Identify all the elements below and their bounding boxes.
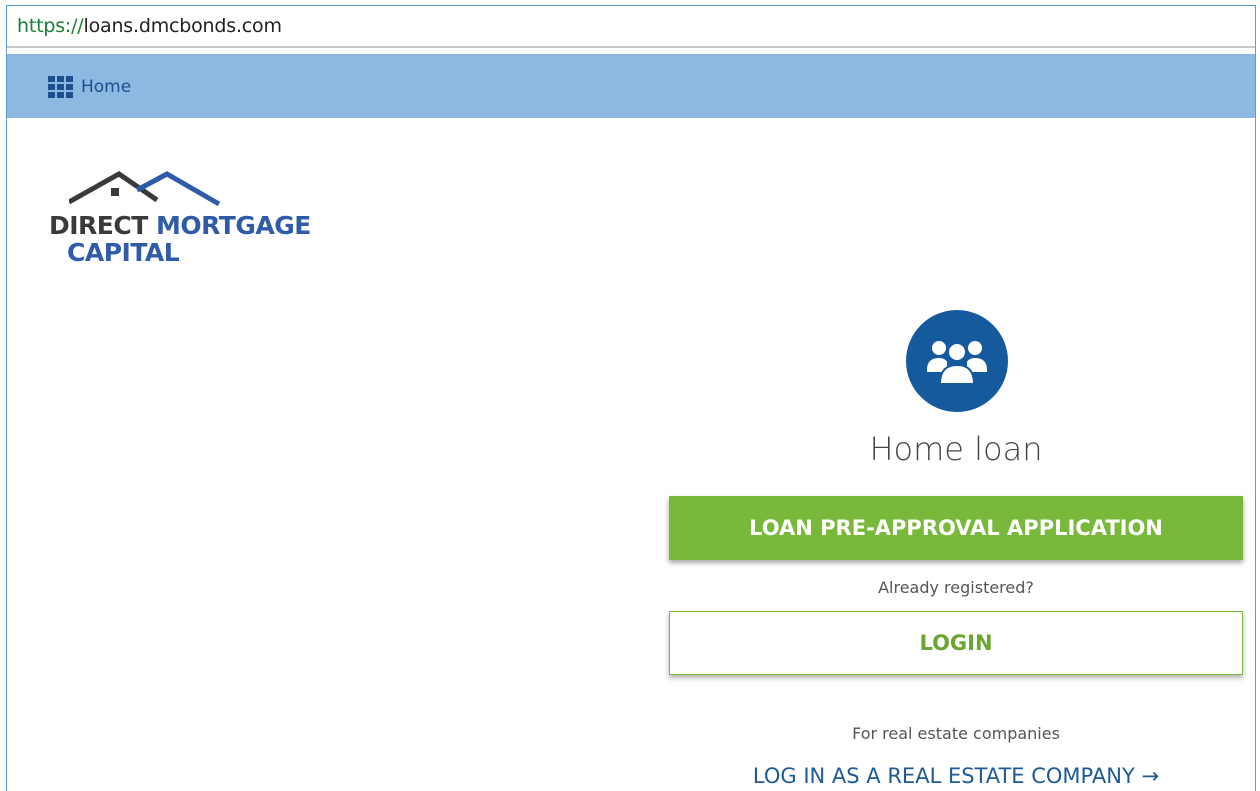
nav-home-link[interactable]: Home [48, 76, 131, 98]
panel-title: Home loan [869, 430, 1043, 468]
url-host: loans.dmcbonds.com [83, 15, 282, 37]
login-button[interactable]: LOGIN [669, 611, 1243, 675]
url-text[interactable]: https://loans.dmcbonds.com [17, 15, 282, 37]
logo-word-direct: DIRECT [49, 211, 148, 240]
loan-pre-approval-button[interactable]: LOAN PRE-APPROVAL APPLICATION [669, 496, 1243, 560]
house-roof-icon [69, 171, 221, 207]
logo-word-mortgage: MORTGAGE [156, 211, 311, 240]
top-navbar: Home [7, 54, 1255, 118]
nav-home-label: Home [81, 77, 132, 97]
logo-text-line1: DIRECT MORTGAGE [49, 211, 311, 240]
users-group-badge [906, 310, 1008, 412]
already-registered-text: Already registered? [878, 578, 1034, 597]
real-estate-caption: For real estate companies [852, 724, 1060, 743]
company-logo[interactable]: DIRECT MORTGAGE CAPITAL [49, 168, 311, 268]
url-scheme: https:// [17, 15, 84, 37]
grid-icon [48, 76, 74, 98]
address-bar[interactable]: https://loans.dmcbonds.com [7, 6, 1255, 48]
real-estate-login-link[interactable]: LOG IN AS A REAL ESTATE COMPANY → [669, 764, 1243, 788]
users-group-icon [927, 341, 987, 385]
logo-word-capital: CAPITAL [67, 238, 180, 267]
browser-window: https://loans.dmcbonds.com Home DIRECT M… [6, 5, 1256, 791]
